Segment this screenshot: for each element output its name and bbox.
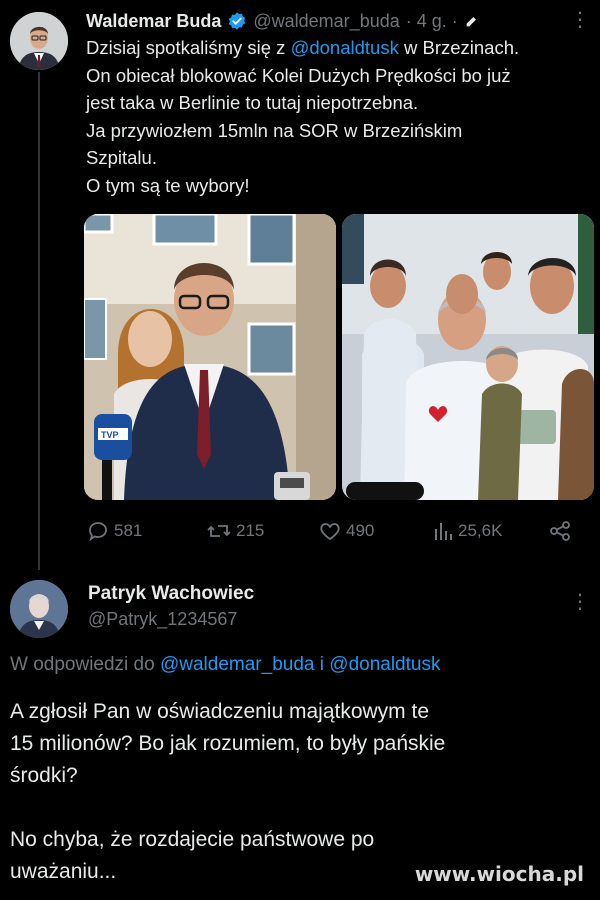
- reply-line: 15 milionów? Bo jak rozumiem, to były pa…: [10, 732, 446, 755]
- tweet-line: Szpitalu.: [86, 147, 157, 168]
- tweet-line-text: w Brzezinach.: [398, 37, 520, 58]
- share-icon: [550, 521, 570, 541]
- author-avatar[interactable]: [10, 12, 68, 70]
- mention-link[interactable]: @waldemar_buda: [160, 654, 315, 675]
- tweet-photo-2[interactable]: [342, 214, 594, 500]
- photo-press-conference: TVP: [84, 214, 336, 500]
- tweet-line-text: Dzisiaj spotkaliśmy się z: [86, 37, 291, 58]
- tweet-line: jest taka w Berlinie to tutaj niepotrzeb…: [86, 92, 419, 113]
- reply-action[interactable]: 581: [86, 516, 142, 546]
- retweet-icon: [207, 525, 231, 537]
- reply-line: No chyba, że rozdajecie państwowe po: [10, 828, 375, 851]
- views-action[interactable]: 25,6K: [432, 516, 502, 546]
- site-watermark: www.wiocha.pl: [414, 862, 584, 886]
- edit-pencil-icon: [466, 15, 477, 27]
- in-reply-conjunction: i: [319, 654, 324, 675]
- reply-line: [10, 792, 590, 824]
- more-options-icon[interactable]: ⋮: [570, 10, 590, 30]
- like-action[interactable]: 490: [318, 516, 374, 546]
- author-handle[interactable]: @waldemar_buda: [253, 11, 399, 32]
- heart-icon: [320, 523, 340, 541]
- avatar-portrait-icon: [10, 12, 68, 70]
- thread-connector-line: [38, 72, 40, 570]
- photo-group-outdoors: [342, 214, 594, 500]
- tweet-line: Dzisiaj spotkaliśmy się z @donaldtusk w …: [86, 34, 596, 62]
- reply-text: A zgłosił Pan w oświadczeniu majątkowym …: [10, 696, 590, 888]
- verified-badge-icon: [229, 12, 246, 30]
- reply-author-handle[interactable]: @Patryk_1234567: [88, 609, 237, 630]
- in-reply-to-line: W odpowiedzi do @waldemar_buda i @donald…: [10, 654, 440, 676]
- reply-line: środki?: [10, 764, 78, 787]
- reply-count: 581: [114, 521, 143, 540]
- reply-author-avatar[interactable]: [10, 580, 68, 638]
- tweet-action-bar: 581 215 490 25,6K: [86, 516, 586, 546]
- avatar-portrait-icon: [10, 580, 68, 638]
- retweet-action[interactable]: 215: [206, 516, 264, 546]
- tweet-timestamp[interactable]: · 4 g. ·: [406, 11, 458, 32]
- mention-link[interactable]: @donaldtusk: [291, 37, 399, 58]
- tweet-line: On obiecał blokować Kolei Dużych Prędkoś…: [86, 64, 511, 86]
- tweet-text: Dzisiaj spotkaliśmy się z @donaldtusk w …: [86, 34, 596, 199]
- like-count: 490: [346, 521, 375, 540]
- reply-more-options-icon[interactable]: ⋮: [570, 592, 590, 612]
- share-action[interactable]: [548, 516, 572, 546]
- retweet-count: 215: [236, 521, 265, 540]
- reply-bubble-icon: [89, 522, 107, 542]
- tweet-header: Waldemar Buda @waldemar_buda · 4 g. ·: [86, 8, 480, 34]
- tweet-photo-1[interactable]: TVP: [84, 214, 336, 500]
- reply-author-name[interactable]: Patryk Wachowiec: [88, 583, 254, 605]
- mention-link[interactable]: @donaldtusk: [329, 654, 440, 675]
- reply-line: A zgłosił Pan w oświadczeniu majątkowym …: [10, 700, 430, 723]
- in-reply-prefix: W odpowiedzi do: [10, 654, 155, 675]
- author-name[interactable]: Waldemar Buda: [86, 11, 221, 32]
- tweet-line: Ja przywiozłem 15mln na SOR w Brzeziński…: [86, 119, 463, 141]
- views-chart-icon: [435, 523, 452, 540]
- views-count: 25,6K: [458, 521, 503, 540]
- microphone-sign: TVP: [101, 430, 119, 440]
- tweet-line: O tym są te wybory!: [86, 174, 250, 196]
